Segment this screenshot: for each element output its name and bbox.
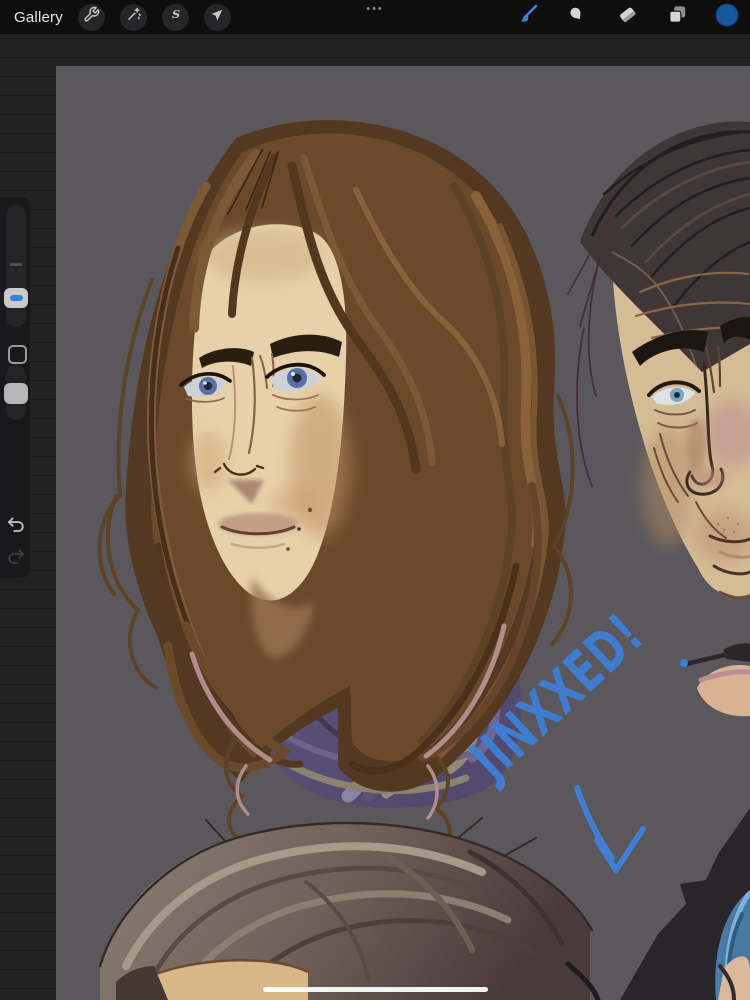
layers-button[interactable] bbox=[664, 4, 690, 30]
painting-tools bbox=[514, 0, 740, 34]
redo-icon bbox=[7, 549, 25, 570]
undo-icon bbox=[7, 517, 25, 538]
home-indicator[interactable] bbox=[263, 987, 488, 992]
selection-button[interactable]: S bbox=[161, 3, 189, 31]
eraser-icon bbox=[616, 3, 639, 31]
color-button[interactable] bbox=[714, 2, 740, 33]
modify-button[interactable] bbox=[8, 345, 27, 364]
transform-button[interactable] bbox=[203, 3, 231, 31]
sidebar bbox=[0, 197, 30, 578]
active-accent-bar bbox=[9, 295, 23, 301]
layers-icon bbox=[666, 3, 689, 31]
actions-button[interactable] bbox=[77, 3, 105, 31]
redo-button[interactable] bbox=[3, 546, 29, 572]
slider-memory-tick bbox=[10, 263, 22, 266]
procreate-app: { "topbar": { "gallery_label": "Gallery"… bbox=[0, 0, 750, 1000]
selection-s-icon: S bbox=[167, 6, 184, 28]
smudge-button[interactable] bbox=[564, 4, 590, 30]
magic-wand-icon bbox=[125, 6, 142, 28]
paint-dot bbox=[680, 659, 688, 667]
transform-arrow-icon bbox=[209, 7, 225, 28]
eraser-button[interactable] bbox=[614, 4, 640, 30]
gallery-button[interactable]: Gallery bbox=[14, 9, 63, 26]
canvas[interactable]: JINXXED! bbox=[56, 66, 750, 1000]
undo-button[interactable] bbox=[3, 514, 29, 540]
brush-size-handle[interactable] bbox=[4, 288, 28, 308]
wrench-icon bbox=[83, 6, 100, 28]
brush-icon bbox=[515, 3, 539, 32]
color-swatch bbox=[714, 2, 740, 33]
opacity-handle[interactable] bbox=[4, 383, 28, 404]
artwork: JINXXED! bbox=[56, 66, 750, 1000]
brush-size-slider[interactable] bbox=[6, 205, 26, 327]
smudge-icon bbox=[566, 4, 588, 31]
brush-button[interactable] bbox=[514, 4, 540, 30]
toolbar: Gallery S ••• bbox=[0, 0, 750, 34]
adjustments-button[interactable] bbox=[119, 3, 147, 31]
svg-text:S: S bbox=[172, 7, 180, 21]
